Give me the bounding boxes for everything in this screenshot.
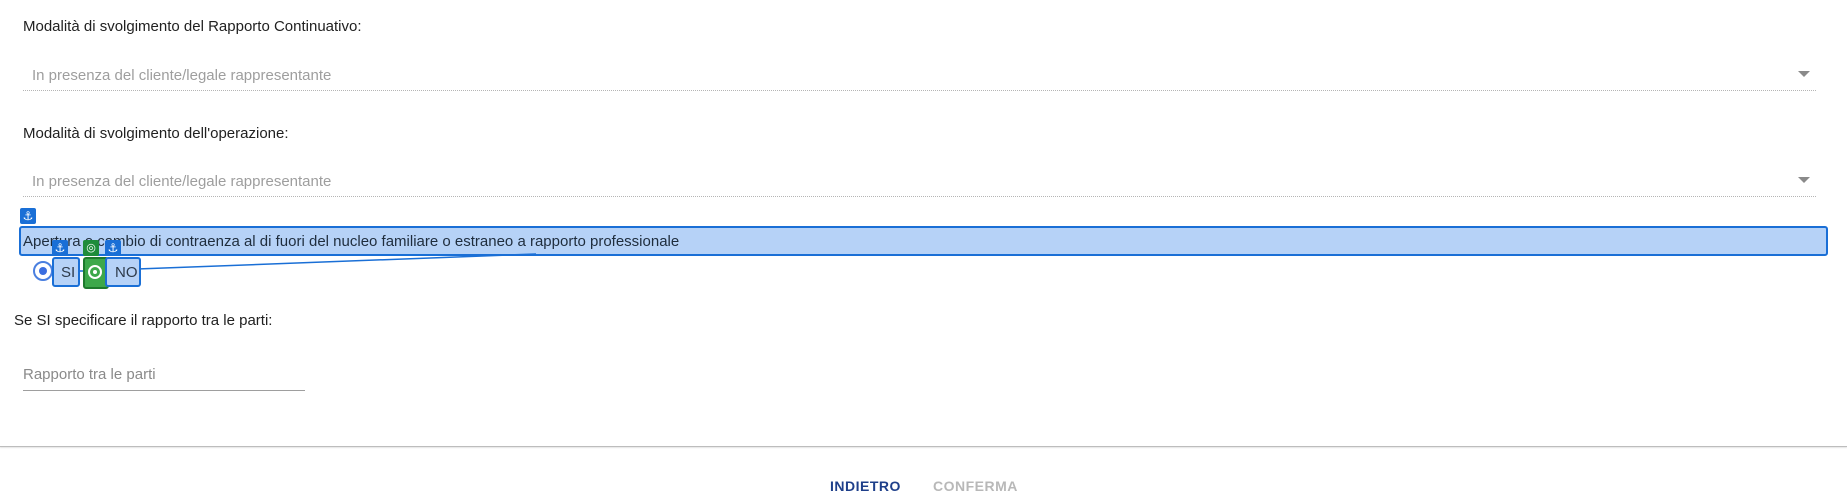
- relazione-input[interactable]: Rapporto tra le parti: [23, 358, 305, 391]
- rapporto-select[interactable]: In presenza del cliente/legale rappresen…: [23, 60, 1816, 91]
- relazione-placeholder: Rapporto tra le parti: [23, 366, 156, 383]
- operazione-select[interactable]: In presenza del cliente/legale rappresen…: [23, 166, 1816, 197]
- rapporto-select-value: In presenza del cliente/legale rappresen…: [32, 67, 332, 84]
- option-si-label: SI: [61, 264, 76, 281]
- apertura-label: Apertura o cambio di contraenza al di fu…: [23, 233, 680, 250]
- radio-si-dot: [39, 267, 47, 275]
- target-icon: ◎: [83, 240, 99, 256]
- caret-down-icon[interactable]: [1798, 71, 1810, 77]
- anchor-icon: ⚓: [52, 240, 68, 256]
- relazione-label: Se SI specificare il rapporto tra le par…: [14, 312, 273, 329]
- operazione-label: Modalità di svolgimento dell'operazione:: [23, 125, 289, 142]
- target-icon: [88, 265, 102, 279]
- footer-divider: [0, 446, 1847, 447]
- apertura-question: Apertura o cambio di contraenza al di fu…: [19, 226, 1828, 256]
- option-si[interactable]: SI: [52, 257, 80, 287]
- option-no[interactable]: NO: [105, 257, 141, 287]
- confirm-button[interactable]: CONFERMA: [933, 470, 1018, 502]
- back-button[interactable]: INDIETRO: [830, 470, 901, 502]
- radio-si[interactable]: [33, 261, 53, 281]
- option-no-label: NO: [115, 264, 138, 281]
- operazione-select-value: In presenza del cliente/legale rappresen…: [32, 173, 332, 190]
- anchor-icon: ⚓: [105, 240, 121, 256]
- rapporto-label: Modalità di svolgimento del Rapporto Con…: [23, 18, 362, 35]
- caret-down-icon[interactable]: [1798, 177, 1810, 183]
- anchor-icon: ⚓: [20, 208, 36, 224]
